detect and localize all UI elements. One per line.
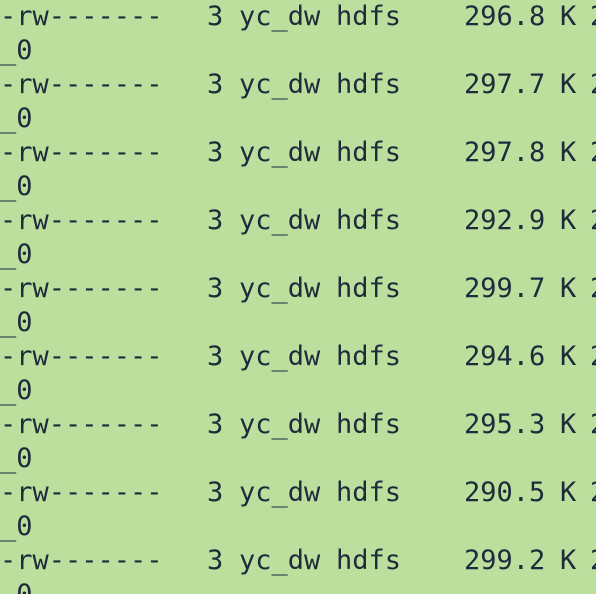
size-text: 299.7 bbox=[464, 273, 546, 304]
owner-text: yc_dw bbox=[239, 273, 321, 304]
permissions-text: -rw------- bbox=[0, 409, 163, 440]
replication-text: 3 bbox=[207, 137, 224, 168]
size-unit-text: K bbox=[560, 1, 577, 32]
size-text: 290.5 bbox=[464, 477, 546, 508]
owner-text: yc_dw bbox=[239, 69, 321, 100]
file-name-suffix-text: _0 bbox=[0, 578, 33, 594]
replication-text: 3 bbox=[207, 409, 224, 440]
group-text: hdfs bbox=[336, 137, 402, 168]
permissions-text: -rw------- bbox=[0, 273, 163, 304]
replication-text: 3 bbox=[207, 1, 224, 32]
file-name-continuation-line: _0 bbox=[0, 102, 596, 136]
size-text: 295.3 bbox=[464, 409, 546, 440]
group-text: hdfs bbox=[336, 273, 402, 304]
file-entry-line: -rw------- 3 yc_dw hdfs 297.8 K2 bbox=[0, 136, 596, 170]
file-entry-line: -rw------- 3 yc_dw hdfs 299.2 K2 bbox=[0, 544, 596, 578]
size-unit-text: K bbox=[560, 205, 577, 236]
size-text: 296.8 bbox=[464, 1, 546, 32]
file-name-suffix-text: _0 bbox=[0, 443, 33, 474]
file-name-suffix-text: _0 bbox=[0, 103, 33, 134]
permissions-text: -rw------- bbox=[0, 69, 163, 100]
truncated-date-text: 2 bbox=[590, 0, 596, 34]
group-text: hdfs bbox=[336, 477, 402, 508]
size-unit-text: K bbox=[560, 137, 577, 168]
replication-text: 3 bbox=[207, 477, 224, 508]
file-name-suffix-text: _0 bbox=[0, 239, 33, 270]
permissions-text: -rw------- bbox=[0, 477, 163, 508]
file-name-continuation-line: _0 bbox=[0, 34, 596, 68]
permissions-text: -rw------- bbox=[0, 1, 163, 32]
file-name-suffix-text: _0 bbox=[0, 171, 33, 202]
permissions-text: -rw------- bbox=[0, 545, 163, 576]
group-text: hdfs bbox=[336, 205, 402, 236]
truncated-date-text: 2 bbox=[590, 204, 596, 238]
group-text: hdfs bbox=[336, 1, 402, 32]
file-name-continuation-line: _0 bbox=[0, 374, 596, 408]
file-name-continuation-line: _0 bbox=[0, 170, 596, 204]
truncated-date-text: 2 bbox=[590, 476, 596, 510]
file-name-continuation-line: _0 bbox=[0, 306, 596, 340]
owner-text: yc_dw bbox=[239, 205, 321, 236]
size-unit-text: K bbox=[560, 69, 577, 100]
file-entry-line: -rw------- 3 yc_dw hdfs 297.7 K2 bbox=[0, 68, 596, 102]
permissions-text: -rw------- bbox=[0, 137, 163, 168]
replication-text: 3 bbox=[207, 273, 224, 304]
terminal-window: -rw-------3yc_dwhdfs296.8K2_0-rw-------3… bbox=[0, 0, 596, 594]
permissions-text: -rw------- bbox=[0, 341, 163, 372]
group-text: hdfs bbox=[336, 341, 402, 372]
group-text: hdfs bbox=[336, 545, 402, 576]
size-unit-text: K bbox=[560, 273, 577, 304]
replication-text: 3 bbox=[207, 545, 224, 576]
size-text: 294.6 bbox=[464, 341, 546, 372]
truncated-date-text: 2 bbox=[590, 544, 596, 578]
truncated-date-text: 2 bbox=[590, 136, 596, 170]
file-name-suffix-text: _0 bbox=[0, 307, 33, 338]
truncated-date-text: 2 bbox=[590, 408, 596, 442]
size-unit-text: K bbox=[560, 341, 577, 372]
replication-text: 3 bbox=[207, 69, 224, 100]
size-unit-text: K bbox=[560, 545, 577, 576]
permissions-text: -rw------- bbox=[0, 205, 163, 236]
file-entry-line: -rw------- 3 yc_dw hdfs 292.9 K2 bbox=[0, 204, 596, 238]
file-name-suffix-text: _0 bbox=[0, 35, 33, 66]
size-unit-text: K bbox=[560, 477, 577, 508]
owner-text: yc_dw bbox=[239, 341, 321, 372]
group-text: hdfs bbox=[336, 409, 402, 440]
file-name-continuation-line: _0 bbox=[0, 510, 596, 544]
replication-text: 3 bbox=[207, 341, 224, 372]
file-entry-line: -rw------- 3 yc_dw hdfs 290.5 K2 bbox=[0, 476, 596, 510]
owner-text: yc_dw bbox=[239, 409, 321, 440]
file-entry-line: -rw------- 3 yc_dw hdfs 296.8 K2 bbox=[0, 0, 596, 34]
truncated-date-text: 2 bbox=[590, 340, 596, 374]
truncated-date-text: 2 bbox=[590, 68, 596, 102]
file-name-suffix-text: _0 bbox=[0, 375, 33, 406]
file-name-suffix-text: _0 bbox=[0, 511, 33, 542]
file-entry-line: -rw------- 3 yc_dw hdfs 299.7 K2 bbox=[0, 272, 596, 306]
file-name-continuation-line: _0 bbox=[0, 578, 596, 594]
file-entry-line: -rw------- 3 yc_dw hdfs 295.3 K2 bbox=[0, 408, 596, 442]
owner-text: yc_dw bbox=[239, 1, 321, 32]
group-text: hdfs bbox=[336, 69, 402, 100]
file-name-continuation-line: _0 bbox=[0, 442, 596, 476]
owner-text: yc_dw bbox=[239, 477, 321, 508]
listing-output: -rw-------3yc_dwhdfs296.8K2_0-rw-------3… bbox=[0, 0, 596, 594]
size-text: 297.8 bbox=[464, 137, 546, 168]
replication-text: 3 bbox=[207, 205, 224, 236]
size-text: 292.9 bbox=[464, 205, 546, 236]
truncated-date-text: 2 bbox=[590, 272, 596, 306]
size-text: 297.7 bbox=[464, 69, 546, 100]
file-name-continuation-line: _0 bbox=[0, 238, 596, 272]
owner-text: yc_dw bbox=[239, 137, 321, 168]
owner-text: yc_dw bbox=[239, 545, 321, 576]
file-entry-line: -rw------- 3 yc_dw hdfs 294.6 K2 bbox=[0, 340, 596, 374]
size-unit-text: K bbox=[560, 409, 577, 440]
size-text: 299.2 bbox=[464, 545, 546, 576]
